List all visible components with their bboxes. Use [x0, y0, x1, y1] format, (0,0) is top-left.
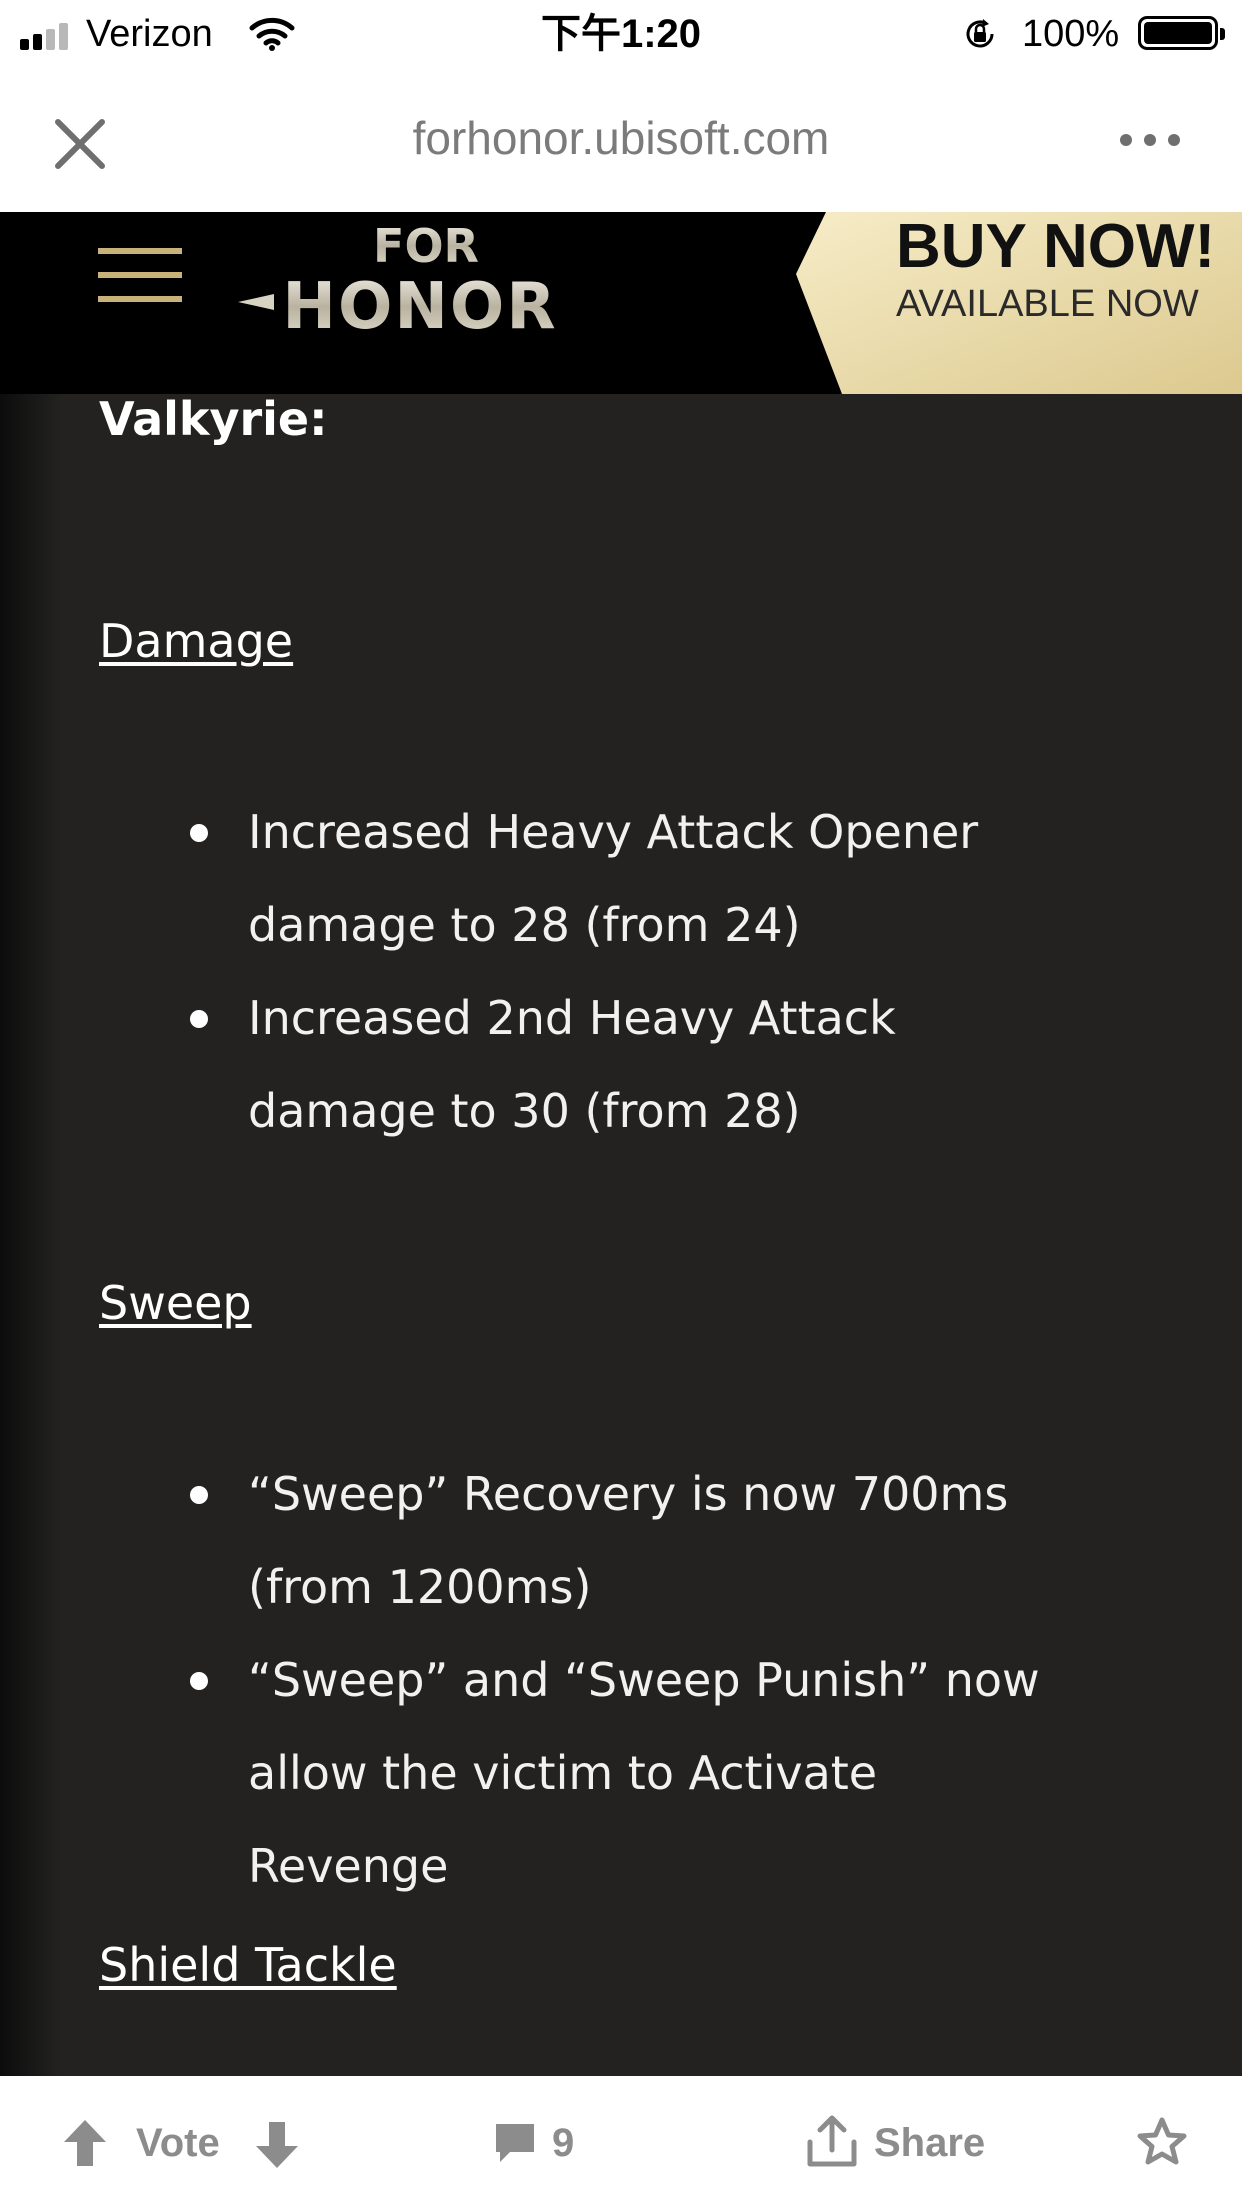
- comment-count[interactable]: 9: [552, 2118, 574, 2168]
- menu-icon[interactable]: [98, 248, 182, 308]
- browser-bar: forhonor.ubisoft.com: [0, 68, 1242, 212]
- available-now-subtitle: AVAILABLE NOW: [896, 283, 1199, 325]
- list-item: “Sweep” Recovery is now 700ms (from 1200…: [190, 1448, 1068, 1634]
- page-url[interactable]: forhonor.ubisoft.com: [0, 110, 1242, 166]
- section-heading-shield-tackle: Shield Tackle: [99, 1938, 397, 1992]
- list-item: Increased Heavy Attack Opener damage to …: [190, 786, 1068, 972]
- comment-icon[interactable]: [492, 2120, 538, 2166]
- buy-now-banner[interactable]: BUY NOW! AVAILABLE NOW: [796, 212, 1242, 394]
- status-bar: Verizon 下午1:20 100%: [0, 0, 1242, 68]
- bottom-toolbar: Vote 9 Share: [0, 2076, 1242, 2209]
- share-icon[interactable]: [804, 2114, 860, 2170]
- damage-list: Increased Heavy Attack Opener damage to …: [190, 786, 1068, 1158]
- article-content: Valkyrie: Damage Increased Heavy Attack …: [0, 394, 1242, 2076]
- list-item: “Sweep” and “Sweep Punish” now allow the…: [190, 1634, 1068, 1913]
- rotation-lock-icon: [966, 19, 994, 48]
- battery-icon: [1138, 16, 1225, 50]
- vote-label: Vote: [136, 2121, 220, 2165]
- site-header: FOR HONOR BUY NOW! AVAILABLE NOW: [0, 212, 1242, 394]
- favorite-star-icon[interactable]: [1136, 2116, 1188, 2168]
- svg-text:FOR: FOR: [373, 219, 479, 273]
- for-honor-logo[interactable]: FOR HONOR: [230, 212, 610, 342]
- section-heading-damage: Damage: [99, 614, 294, 668]
- upvote-arrow-icon[interactable]: [62, 2118, 108, 2168]
- share-label[interactable]: Share: [874, 2118, 985, 2168]
- section-heading-sweep: Sweep: [99, 1276, 252, 1330]
- battery-percentage: 100%: [1022, 13, 1120, 55]
- svg-text:HONOR: HONOR: [282, 270, 557, 342]
- more-options-icon[interactable]: [1116, 120, 1184, 160]
- buy-now-title: BUY NOW!: [896, 212, 1216, 281]
- hero-name: Valkyrie:: [99, 394, 328, 446]
- list-item: Increased 2nd Heavy Attack damage to 30 …: [190, 972, 1068, 1158]
- downvote-arrow-icon[interactable]: [254, 2120, 300, 2170]
- sweep-list: “Sweep” Recovery is now 700ms (from 1200…: [190, 1448, 1068, 1913]
